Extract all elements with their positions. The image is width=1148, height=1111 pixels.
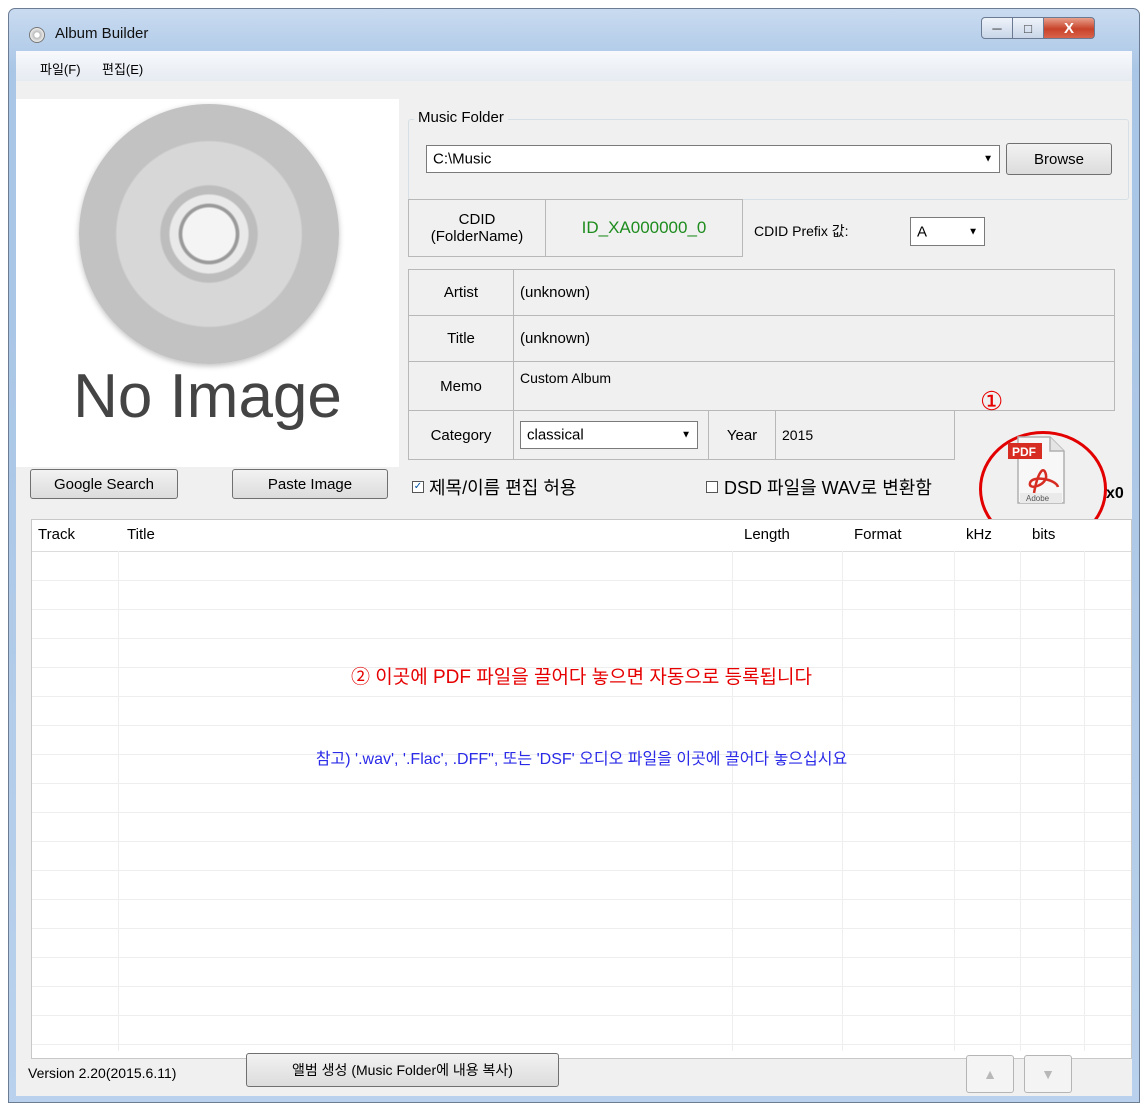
track-table-header: Track Title Length Format kHz bits [32,520,1131,552]
column-divider [842,551,843,1051]
paste-image-button[interactable]: Paste Image [232,469,388,499]
cdid-prefix-combo[interactable]: A ▼ [910,217,985,246]
allow-edit-checkbox[interactable]: ✓ [412,481,424,493]
track-table[interactable]: Track Title Length Format kHz bits ② 이곳에… [31,519,1132,1059]
table-row [32,638,1131,639]
table-row [32,928,1131,929]
pdf-count: x0 [1106,485,1124,502]
audio-drop-note: 참고) '.wav', '.Flac', .DFF", 또는 'DSF' 오디오… [315,751,848,768]
table-row [32,725,1131,726]
menu-file[interactable]: 파일(F) [40,59,81,78]
column-divider [732,551,733,1051]
column-divider [1084,551,1085,1051]
artist-label: Artist [408,269,514,316]
col-format[interactable]: Format [854,526,902,543]
maximize-button[interactable]: □ [1012,17,1044,39]
callout-number-1: ① [980,386,1004,416]
table-row [32,696,1131,697]
music-folder-label: Music Folder [414,109,508,126]
year-field[interactable]: 2015 [775,410,955,460]
table-row [32,986,1131,987]
category-cell: classical ▼ [513,410,709,460]
title-label: Title [408,315,514,362]
table-row [32,783,1131,784]
cdid-prefix-value: A [917,223,928,240]
artist-field[interactable]: (unknown) [513,269,1115,316]
arrow-down-icon: ▼ [1041,1066,1055,1082]
cdid-label: CDID (FolderName) [408,199,546,257]
no-image-label: No Image [73,362,342,431]
cdid-value: ID_XA000000_0 [545,199,743,257]
music-folder-combo[interactable]: C:\Music ▼ [426,145,1000,173]
minimize-button[interactable]: ─ [981,17,1013,39]
table-row [32,1015,1131,1016]
menu-edit[interactable]: 편집(E) [102,59,143,78]
col-track[interactable]: Track [38,526,75,543]
pdf-drop-note: ② 이곳에 PDF 파일을 끌어다 놓으면 자동으로 등록됩니다 [350,667,813,688]
title-bar[interactable]: Album Builder ─ □ X [9,9,1139,51]
table-row [32,870,1131,871]
table-row [32,812,1131,813]
col-khz[interactable]: kHz [966,526,992,543]
category-combo[interactable]: classical ▼ [520,421,698,449]
column-divider [118,551,119,1051]
app-icon [29,27,45,43]
cdid-label-line1: CDID [458,211,496,228]
year-label: Year [708,410,776,460]
client-area: 파일(F) 편집(E) No Image Google Search Paste… [16,51,1132,1096]
chevron-down-icon: ▼ [983,153,993,165]
music-folder-path: C:\Music [433,150,492,168]
table-row [32,609,1131,610]
category-label: Category [408,410,514,460]
dsd-convert-checkbox[interactable] [706,481,718,493]
memo-label: Memo [408,361,514,411]
col-bits[interactable]: bits [1032,526,1055,543]
dsd-convert-label: DSD 파일을 WAV로 변환함 [724,478,932,498]
chevron-down-icon: ▼ [681,429,691,441]
table-row [32,580,1131,581]
column-divider [954,551,955,1051]
memo-field[interactable]: Custom Album [513,361,1115,411]
pdf-file-icon[interactable]: PDF Adobe [1008,435,1066,505]
pdf-badge-text: PDF [1012,445,1036,459]
browse-button[interactable]: Browse [1006,143,1112,175]
col-title[interactable]: Title [127,526,155,543]
category-value: classical [527,426,584,444]
create-album-button[interactable]: 앨범 생성 (Music Folder에 내용 복사) [246,1053,559,1087]
table-row [32,957,1131,958]
cdid-prefix-label: CDID Prefix 값: [754,223,849,239]
menu-bar: 파일(F) 편집(E) [16,51,1132,81]
pdf-brand-text: Adobe [1026,494,1050,503]
app-window: Album Builder ─ □ X 파일(F) 편집(E) No Image… [8,8,1140,1103]
col-length[interactable]: Length [744,526,790,543]
arrow-up-icon: ▲ [983,1066,997,1082]
table-row [32,841,1131,842]
move-up-button[interactable]: ▲ [966,1055,1014,1093]
move-down-button[interactable]: ▼ [1024,1055,1072,1093]
chevron-down-icon: ▼ [968,226,978,237]
version-label: Version 2.20(2015.6.11) [28,1065,177,1081]
table-row [32,899,1131,900]
cdid-label-line2: (FolderName) [430,228,524,245]
table-row [32,1044,1131,1045]
column-divider [1020,551,1021,1051]
window-title: Album Builder [55,25,149,42]
close-button[interactable]: X [1043,17,1095,39]
cd-disc-icon [79,104,339,364]
allow-edit-label: 제목/이름 편집 허용 [429,478,577,498]
album-cover[interactable]: No Image [16,99,399,467]
title-field[interactable]: (unknown) [513,315,1115,362]
google-search-button[interactable]: Google Search [30,469,178,499]
